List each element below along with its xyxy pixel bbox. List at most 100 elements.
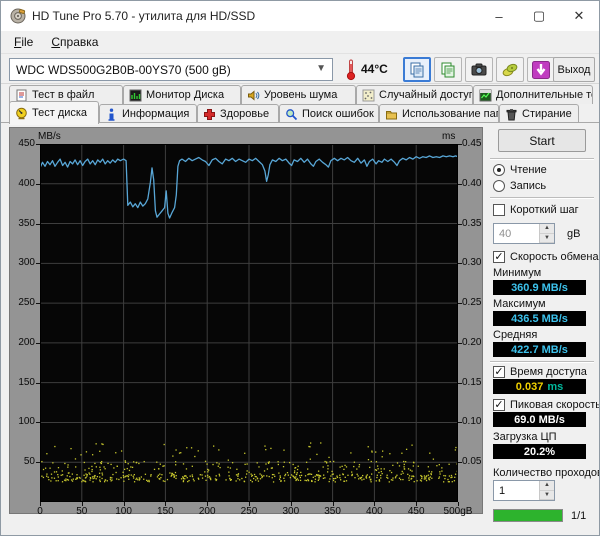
minimum-label: Минимум <box>493 267 542 279</box>
transfer-rate-row[interactable]: ✓ Скорость обмена <box>493 250 599 264</box>
menu-bar: File Справка <box>1 31 599 53</box>
spin-up-icon[interactable]: ▲ <box>540 481 554 491</box>
trash-icon <box>506 108 517 120</box>
maximize-button[interactable]: ▢ <box>519 1 559 31</box>
disk-monitor-icon <box>129 89 142 101</box>
drive-selector-value: WDC WDS500G2B0B-00YS70 (500 gB) <box>16 62 231 77</box>
tick-lab: 400 <box>18 177 35 189</box>
tick-lab: 0.35 <box>462 217 482 229</box>
window-title: HD Tune Pro 5.70 - утилита для HD/SSD <box>32 9 256 23</box>
menu-file[interactable]: File <box>5 32 42 52</box>
tab-noise-level[interactable]: Уровень шума <box>241 85 356 104</box>
disk-tools-button[interactable] <box>496 57 524 82</box>
spin-up-icon[interactable]: ▲ <box>540 224 554 234</box>
tick-lab: 300 <box>282 506 300 517</box>
tick-mark <box>374 502 376 506</box>
tick-mark <box>36 183 40 185</box>
access-time-value: 0.037 ms <box>493 379 586 394</box>
tick-lab: 100 <box>115 506 132 517</box>
tab-health[interactable]: Здоровье <box>197 104 279 123</box>
exit-button[interactable]: Выход <box>553 57 595 82</box>
write-radio-row[interactable]: Запись <box>493 179 546 193</box>
save-results-button[interactable] <box>527 57 555 82</box>
average-value: 422.7 MB/s <box>493 342 586 357</box>
maximum-value: 436.5 MB/s <box>493 311 586 326</box>
read-radio-row[interactable]: Чтение <box>493 163 547 177</box>
tick-lab: 50 <box>23 456 35 468</box>
tick-lab: 150 <box>157 506 174 517</box>
write-radio[interactable] <box>493 180 505 192</box>
tick-lab: 100 <box>18 416 35 428</box>
tick-mark <box>207 502 209 506</box>
pass-count-stepper[interactable]: 1 ▲ ▼ <box>493 480 555 501</box>
access-time-row[interactable]: ✓ Время доступа <box>493 365 587 379</box>
burst-rate-checkbox[interactable]: ✓ <box>493 399 505 411</box>
menu-help[interactable]: Справка <box>42 32 107 52</box>
thermometer-icon <box>346 59 356 81</box>
tab-extra-tests[interactable]: Дополнительные тесты <box>473 85 593 104</box>
tick-mark <box>458 342 462 344</box>
tick-mark <box>458 263 462 265</box>
file-test-icon <box>16 89 27 101</box>
tab-erase[interactable]: Стирание <box>499 104 579 123</box>
copy-green-icon <box>441 62 455 77</box>
tick-mark <box>36 462 40 464</box>
tick-lab: 0 <box>37 506 43 517</box>
info-icon <box>108 108 115 121</box>
tab-folder-usage[interactable]: Использование папок <box>379 104 499 123</box>
average-label: Средняя <box>493 329 538 341</box>
screenshot-button[interactable] <box>465 57 493 82</box>
chevron-down-icon: ▼ <box>316 63 326 74</box>
tick-lab: 50 <box>76 506 88 517</box>
close-button[interactable]: ✕ <box>559 1 599 31</box>
pass-count-label: Количество проходов <box>493 467 600 479</box>
copy-text-button[interactable] <box>434 57 462 82</box>
tick-lab: 0.05 <box>462 456 482 468</box>
tab-info[interactable]: Информация <box>99 104 197 123</box>
tick-mark <box>458 144 462 145</box>
speaker-icon <box>248 89 260 101</box>
cpu-usage-value: 20.2% <box>493 444 586 459</box>
short-stride-row[interactable]: Короткий шаг <box>493 203 579 217</box>
benchmark-chart: MB/s ms 450 400 350 300 250 200 150 100 50 0.45 0… <box>9 127 483 517</box>
burst-rate-row[interactable]: ✓ Пиковая скорость <box>493 398 599 412</box>
separator <box>490 197 594 199</box>
cpu-usage-label: Загрузка ЦП <box>493 431 557 443</box>
tick-mark <box>81 502 83 506</box>
minimize-button[interactable]: – <box>479 1 519 31</box>
stride-stepper[interactable]: 40 ▲ ▼ <box>493 223 555 244</box>
extra-tests-icon <box>479 89 492 101</box>
tick-mark <box>36 422 40 424</box>
copy-blue-icon <box>410 62 424 77</box>
tick-lab: 0.25 <box>462 297 482 309</box>
start-button[interactable]: Start <box>498 129 586 152</box>
tab-random-access[interactable]: Случайный доступ <box>356 85 473 104</box>
stride-spin-buttons[interactable]: ▲ ▼ <box>539 224 554 243</box>
tick-mark <box>36 144 40 145</box>
spin-down-icon[interactable]: ▼ <box>540 490 554 500</box>
tick-mark <box>458 462 462 464</box>
tick-mark <box>165 502 167 506</box>
transfer-rate-checkbox[interactable]: ✓ <box>493 251 505 263</box>
tick-lab: 0.40 <box>462 177 482 189</box>
tab-disk-monitor[interactable]: Монитор Диска <box>123 85 241 104</box>
copy-to-clipboard-button[interactable] <box>403 57 431 82</box>
benchmark-gauge-icon <box>16 107 27 119</box>
hd-tune-window: HD Tune Pro 5.70 - утилита для HD/SSD – … <box>0 0 600 536</box>
pass-spin-buttons[interactable]: ▲ ▼ <box>539 481 554 500</box>
tick-lab: 150 <box>18 376 35 388</box>
spin-down-icon[interactable]: ▼ <box>540 233 554 243</box>
tab-disk-test[interactable]: Тест диска <box>9 101 99 124</box>
tick-mark <box>36 342 40 344</box>
stride-value: 40 <box>499 227 512 240</box>
tick-mark <box>36 382 40 384</box>
separator <box>490 361 594 363</box>
drive-selector[interactable]: WDC WDS500G2B0B-00YS70 (500 gB) ▼ <box>9 58 333 81</box>
access-time-checkbox[interactable]: ✓ <box>493 366 505 378</box>
tab-error-scan[interactable]: Поиск ошибок <box>279 104 379 123</box>
tick-lab: 0.15 <box>462 376 482 388</box>
read-radio[interactable] <box>493 164 505 176</box>
tick-mark <box>458 422 462 424</box>
tick-lab: 0.45 <box>462 138 482 149</box>
short-stride-checkbox[interactable] <box>493 204 505 216</box>
